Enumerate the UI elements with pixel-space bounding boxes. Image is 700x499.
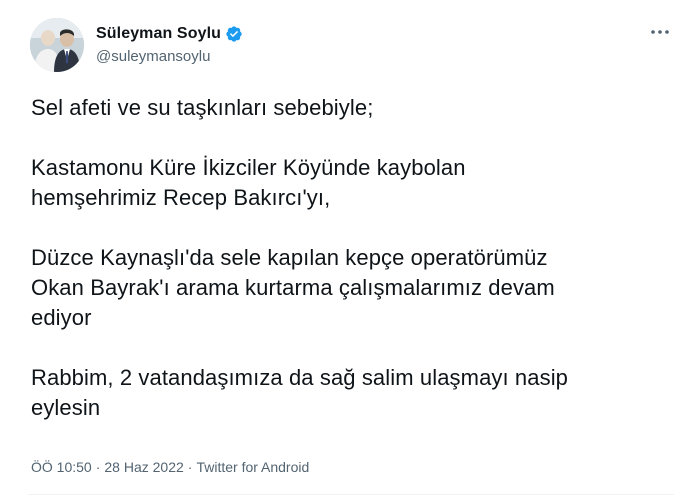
tweet-line: ediyor: [31, 305, 92, 330]
tweet-meta: ÖÖ 10:50 · 28 Haz 2022 · Twitter for And…: [31, 459, 309, 475]
tweet-line: hemşehrimiz Recep Bakırcı'yı,: [31, 185, 331, 210]
verified-badge-icon: [225, 25, 243, 43]
tweet-paragraph: Düzce Kaynaşlı'da sele kapılan kepçe ope…: [31, 243, 671, 333]
tweet-card: Süleyman Soylu @suleymansoylu Sel afeti …: [0, 0, 700, 499]
tweet-text: Sel afeti ve su taşkınları sebebiyle; Kas…: [31, 93, 671, 423]
tweet-line: Düzce Kaynaşlı'da sele kapılan kepçe ope…: [31, 245, 548, 270]
tweet-line: Okan Bayrak'ı arama kurtarma çalışmaları…: [31, 275, 555, 300]
tweet-line: Kastamonu Küre İkizciler Köyünde kaybola…: [31, 155, 466, 180]
tweet-line: Rabbim, 2 vatandaşımıza da sağ salim ula…: [31, 365, 569, 390]
more-options-button[interactable]: [648, 24, 672, 40]
tweet-source[interactable]: Twitter for Android: [196, 459, 309, 475]
author-name-row: Süleyman Soylu: [96, 23, 243, 45]
tweet-time[interactable]: ÖÖ 10:50: [31, 459, 92, 475]
tweet-date[interactable]: 28 Haz 2022: [104, 459, 183, 475]
tweet-paragraph: Rabbim, 2 vatandaşımıza da sağ salim ula…: [31, 363, 671, 423]
author-display-name[interactable]: Süleyman Soylu: [96, 25, 221, 43]
tweet-line: eylesin: [31, 395, 101, 420]
tweet-paragraph: Kastamonu Küre İkizciler Köyünde kaybola…: [31, 153, 671, 213]
author-block: Süleyman Soylu @suleymansoylu: [96, 23, 243, 65]
meta-separator: ·: [95, 459, 101, 475]
tweet-line: Sel afeti ve su taşkınları sebebiyle;: [31, 95, 374, 120]
author-handle[interactable]: @suleymansoylu: [96, 48, 243, 65]
avatar[interactable]: [30, 18, 84, 72]
more-horizontal-icon: [651, 30, 669, 34]
meta-separator: ·: [187, 459, 193, 475]
divider: [28, 494, 674, 495]
tweet-paragraph: Sel afeti ve su taşkınları sebebiyle;: [31, 93, 671, 123]
